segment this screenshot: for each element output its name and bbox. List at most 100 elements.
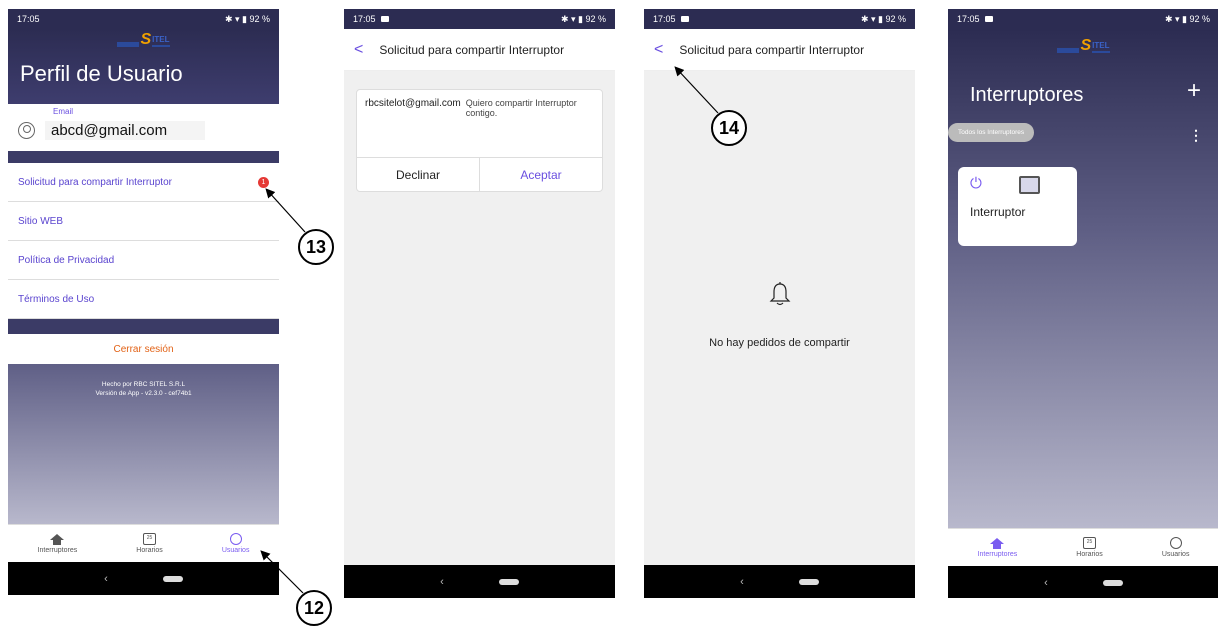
menu-item-label: Solicitud para compartir Interruptor: [18, 176, 172, 188]
device-name: Interruptor: [970, 205, 1026, 219]
menu-item-privacy[interactable]: Política de Privacidad: [8, 241, 279, 280]
footer-version: Versión de App - v2.3.0 - cef74b1: [95, 390, 192, 397]
nav-label: Horarios: [136, 547, 163, 554]
system-nav-bar: ‹: [644, 565, 915, 598]
app-footer: Hecho por RBC SITEL S.R.L Versión de App…: [8, 364, 279, 524]
email-value: abcd@gmail.com: [45, 121, 205, 140]
status-time: 17:05: [353, 14, 376, 24]
system-nav-bar: ‹: [8, 562, 279, 595]
user-icon: [18, 122, 35, 139]
home-pill[interactable]: [798, 578, 819, 585]
power-icon[interactable]: ⏻: [970, 176, 1065, 191]
menu-item-website[interactable]: Sitio WEB: [8, 202, 279, 241]
user-icon: [1169, 537, 1182, 549]
callout-14: 14: [711, 110, 747, 146]
nav-interruptores[interactable]: Interruptores: [977, 537, 1018, 558]
divider-band: [8, 151, 279, 163]
screen-title: Solicitud para compartir Interruptor: [379, 42, 565, 57]
empty-state: No hay pedidos de compartir: [644, 71, 915, 565]
phone-share-request: 17:05 ✱ ▾ ▮ 92 % < Solicitud para compar…: [344, 9, 615, 598]
nav-horarios[interactable]: 25 Horarios: [136, 533, 163, 554]
status-time: 17:05: [957, 14, 980, 24]
screen-title: Solicitud para compartir Interruptor: [679, 42, 865, 57]
calendar-icon: 25: [1083, 537, 1097, 549]
callout-13: 13: [298, 229, 334, 265]
nav-label: Horarios: [1076, 551, 1103, 558]
back-button[interactable]: <: [654, 41, 663, 59]
brand-logo: S ITEL: [948, 29, 1218, 54]
screen-header: < Solicitud para compartir Interruptor: [344, 29, 615, 71]
empty-message: No hay pedidos de compartir: [709, 337, 850, 349]
home-icon: [990, 537, 1005, 549]
home-pill[interactable]: [1102, 579, 1123, 586]
email-label: Email: [53, 107, 74, 116]
nav-horarios[interactable]: 25 Horarios: [1076, 537, 1103, 558]
switches-screen: S ITEL Interruptores + Todos los Interrup…: [948, 29, 1218, 528]
socket-icon: [1019, 176, 1040, 194]
status-bar: 17:05 ✱ ▾ ▮ 92 %: [644, 9, 915, 29]
logout-button[interactable]: Cerrar sesión: [8, 334, 279, 364]
nav-label: Usuarios: [1161, 551, 1190, 558]
status-icons: ✱ ▾ ▮ 92 %: [1164, 13, 1210, 24]
callout-12: 12: [296, 590, 332, 626]
system-back-button[interactable]: ‹: [440, 576, 444, 588]
status-bar: 17:05 ✱ ▾ ▮ 92 %: [948, 9, 1218, 29]
bell-icon: [769, 282, 791, 306]
request-message: Quiero compartir Interruptor contigo.: [465, 98, 577, 118]
user-icon: [229, 533, 242, 545]
calendar-icon: 25: [143, 533, 157, 545]
status-time: 17:05: [17, 14, 40, 24]
status-time: 17:05: [653, 14, 676, 24]
notification-icon: [380, 16, 389, 22]
phone-switches: 17:05 ✱ ▾ ▮ 92 % S ITEL Interruptores + T…: [948, 9, 1218, 598]
device-card[interactable]: ⏻ Interruptor: [958, 167, 1077, 246]
filter-chip[interactable]: Todos los Interruptores: [948, 123, 1035, 142]
accept-button[interactable]: Aceptar: [480, 158, 602, 191]
status-bar: 17:05 ✱ ▾ ▮ 92 %: [344, 9, 615, 29]
status-icons: ✱ ▾ ▮ 92 %: [560, 13, 606, 24]
notification-icon: [680, 16, 689, 22]
page-title: Interruptores: [970, 84, 1084, 106]
system-back-button[interactable]: ‹: [740, 576, 744, 588]
menu-item-terms[interactable]: Términos de Uso: [8, 280, 279, 319]
home-icon: [50, 533, 65, 545]
menu-item-label: Política de Privacidad: [18, 254, 115, 266]
profile-header: S ITEL Perfil de Usuario: [8, 29, 279, 104]
notification-badge: 1: [258, 176, 269, 188]
decline-button[interactable]: Declinar: [357, 158, 480, 191]
phone-share-empty: 17:05 ✱ ▾ ▮ 92 % < Solicitud para compar…: [644, 9, 915, 598]
bottom-nav: Interruptores 25 Horarios Usuarios: [8, 524, 279, 562]
nav-usuarios[interactable]: Usuarios: [1161, 537, 1190, 558]
status-icons: ✱ ▾ ▮ 92 %: [860, 13, 906, 24]
menu-item-share-request[interactable]: Solicitud para compartir Interruptor 1: [8, 163, 279, 202]
system-back-button[interactable]: ‹: [104, 573, 108, 585]
brand-logo: S ITEL: [20, 29, 267, 48]
phone-profile: 17:05 ✱ ▾ ▮ 92 % S ITEL Perfil de Usuario…: [8, 9, 279, 598]
sender-email: rbcsitelot@gmail.com: [365, 98, 461, 109]
system-nav-bar: ‹: [948, 566, 1218, 598]
nav-label: Interruptores: [37, 546, 78, 554]
share-request-card: rbcsitelot@gmail.com Quiero compartir In…: [356, 89, 603, 192]
request-list: rbcsitelot@gmail.com Quiero compartir In…: [344, 71, 615, 565]
system-nav-bar: ‹: [344, 565, 615, 598]
system-back-button[interactable]: ‹: [1044, 577, 1048, 589]
screen-header: < Solicitud para compartir Interruptor: [644, 29, 915, 71]
nav-label: Usuarios: [221, 547, 250, 554]
nav-label: Interruptores: [977, 550, 1018, 558]
home-pill[interactable]: [162, 575, 183, 582]
status-bar: 17:05 ✱ ▾ ▮ 92 %: [8, 9, 279, 29]
home-pill[interactable]: [498, 578, 519, 585]
back-button[interactable]: <: [354, 41, 363, 59]
notification-icon: [984, 16, 993, 22]
more-options-icon[interactable]: ⋮: [1189, 127, 1203, 144]
page: 17:05 ✱ ▾ ▮ 92 % S ITEL Perfil de Usuario…: [0, 0, 1218, 626]
page-title: Perfil de Usuario: [20, 61, 183, 86]
nav-interruptores[interactable]: Interruptores: [37, 533, 78, 554]
nav-usuarios[interactable]: Usuarios: [221, 533, 250, 554]
add-button[interactable]: +: [1187, 77, 1201, 105]
bottom-nav: Interruptores 25 Horarios Usuarios: [948, 528, 1218, 566]
divider-band: [8, 319, 279, 334]
email-field: Email abcd@gmail.com: [8, 104, 279, 151]
status-icons: ✱ ▾ ▮ 92 %: [224, 13, 270, 24]
menu-item-label: Sitio WEB: [18, 215, 64, 227]
